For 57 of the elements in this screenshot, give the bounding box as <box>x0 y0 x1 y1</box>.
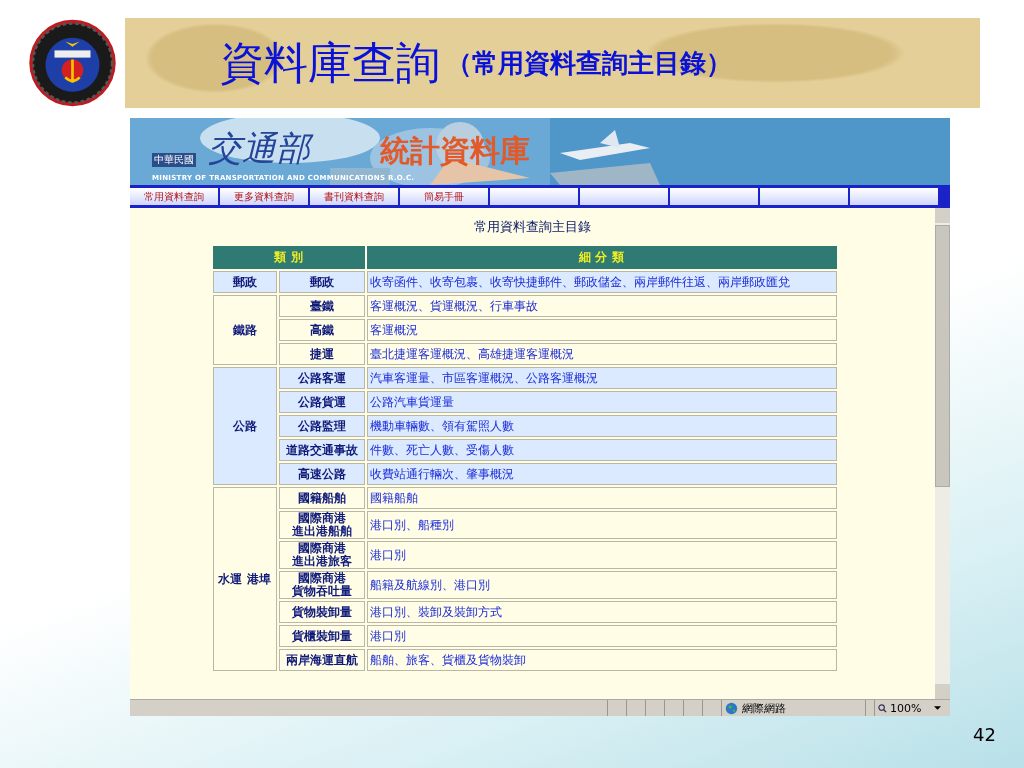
detail-cell: 件數、死亡人數、受傷人數 <box>366 439 837 461</box>
detail-cell: 汽車客運量、市區客運概況、公路客運概況 <box>366 367 837 389</box>
subcategory-link[interactable]: 進出港旅客 <box>281 555 362 568</box>
slide-subtitle: （常用資料查詢主目錄） <box>446 46 732 80</box>
subcategory-link[interactable]: 公路監理 <box>278 415 365 437</box>
category-cell: 郵政 <box>212 271 277 293</box>
subcategory-link[interactable]: 公路貨運 <box>278 391 365 413</box>
detail-cell: 公路汽車貨運量 <box>366 391 837 413</box>
detail-cell: 客運概況、貨運概況、行車事故 <box>366 295 837 317</box>
detail-cell: 港口別 <box>366 541 837 569</box>
globe-icon <box>725 701 738 715</box>
subcategory-link[interactable]: 捷運 <box>278 343 365 365</box>
subcategory-link[interactable]: 高速公路 <box>278 463 365 485</box>
subcategory-link[interactable]: 國籍船舶 <box>278 487 365 509</box>
detail-cell: 港口別 <box>366 625 837 647</box>
detail-cell: 臺北捷運客運概況、高雄捷運客運概況 <box>366 343 837 365</box>
subcategory-link[interactable]: 國際商港 <box>281 542 362 555</box>
nav-tab[interactable]: 更多資料查詢 <box>220 188 308 205</box>
subcategory-link[interactable]: 貨物裝卸量 <box>278 601 365 623</box>
nav-tab[interactable]: 簡易手冊 <box>400 188 488 205</box>
detail-cell: 國籍船舶 <box>366 487 837 509</box>
subcategory-link[interactable]: 公路客運 <box>278 367 365 389</box>
detail-cell: 客運概況 <box>366 319 837 341</box>
column-header: 細 分 類 <box>366 246 837 269</box>
subcategory-link[interactable]: 道路交通事故 <box>278 439 365 461</box>
detail-cell: 港口別、船種別 <box>366 511 837 539</box>
subcategory-link[interactable]: 貨櫃裝卸量 <box>278 625 365 647</box>
detail-cell: 收寄函件、收寄包裹、收寄快捷郵件、郵政儲金、兩岸郵件往返、兩岸郵政匯兌 <box>366 271 837 293</box>
category-cell: 公路 <box>212 367 277 485</box>
page-heading: 常用資料查詢主目錄 <box>474 218 591 236</box>
detail-cell: 機動車輛數、領有駕照人數 <box>366 415 837 437</box>
database-title: 統計資料庫 <box>380 134 530 168</box>
page-number: 42 <box>973 724 996 745</box>
slide-title: 資料庫查詢 <box>220 35 440 90</box>
subcategory-link[interactable]: 郵政 <box>278 271 365 293</box>
country-label: 中華民國 <box>152 153 196 167</box>
zoom-dropdown[interactable]: 100% <box>874 700 950 716</box>
subcategory-link[interactable]: 臺鐵 <box>278 295 365 317</box>
subcategory-link[interactable]: 高鐵 <box>278 319 365 341</box>
subcategory-link[interactable]: 貨物吞吐量 <box>281 585 362 598</box>
scrollbar[interactable] <box>935 208 950 699</box>
detail-cell: 船舶、旅客、貨櫃及貨物裝卸 <box>366 649 837 671</box>
subcategory-link[interactable]: 國際商港 <box>281 572 362 585</box>
nav-tab[interactable]: 常用資料查詢 <box>130 188 218 205</box>
category-cell: 鐵路 <box>212 295 277 365</box>
subcategory-link[interactable]: 進出港船舶 <box>281 525 362 538</box>
magnifier-icon <box>878 703 887 713</box>
category-cell: 水運 港埠 <box>212 487 277 671</box>
nav-tab[interactable]: 書刊資料查詢 <box>310 188 398 205</box>
zone-label: 網際網路 <box>742 700 786 716</box>
column-header: 類 別 <box>212 246 365 269</box>
detail-cell: 港口別、裝卸及裝卸方式 <box>366 601 837 623</box>
caret-icon <box>934 706 942 710</box>
subcategory-link[interactable]: 兩岸海運直航 <box>278 649 365 671</box>
subcategory-link[interactable]: 國際商港 <box>281 512 362 525</box>
detail-cell: 收費站通行輛次、肇事概況 <box>366 463 837 485</box>
detail-cell: 船籍及航線別、港口別 <box>366 571 837 599</box>
